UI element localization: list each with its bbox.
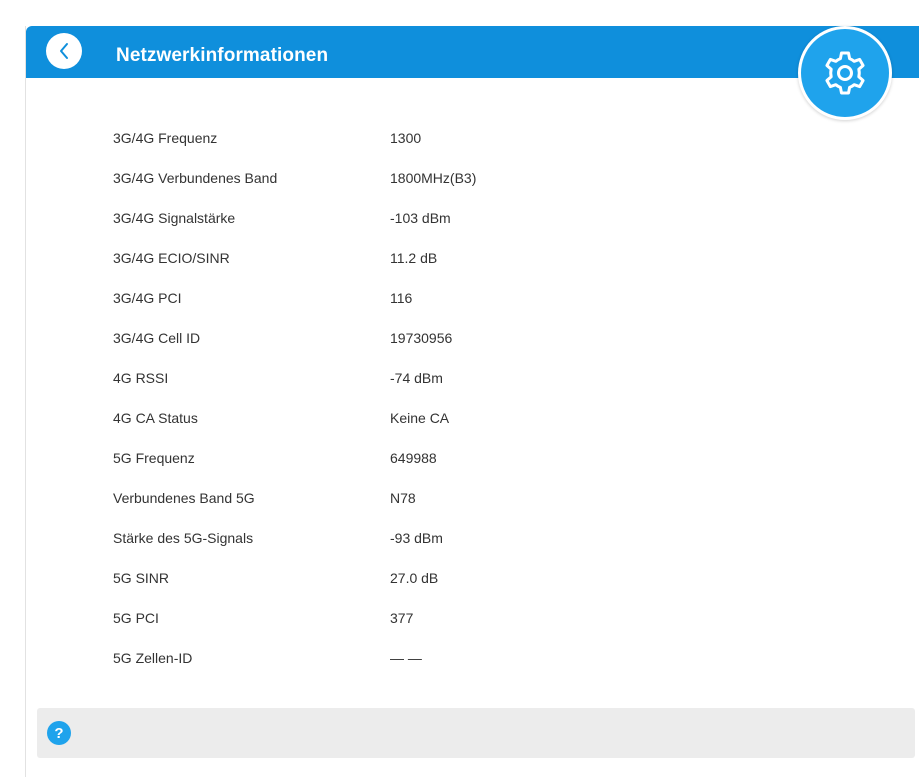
row-value: 649988	[390, 450, 437, 466]
info-row-5g-frequency: 5G Frequenz 649988	[113, 438, 813, 478]
info-row-3g4g-ecio-sinr: 3G/4G ECIO/SINR 11.2 dB	[113, 238, 813, 278]
row-label: Verbundenes Band 5G	[113, 490, 255, 506]
row-value: 27.0 dB	[390, 570, 439, 586]
row-value: -74 dBm	[390, 370, 443, 386]
info-row-3g4g-pci: 3G/4G PCI 116	[113, 278, 813, 318]
help-bar: ?	[37, 708, 915, 758]
row-value: -103 dBm	[390, 210, 451, 226]
row-value: 377	[390, 610, 414, 626]
row-label: 4G CA Status	[113, 410, 198, 426]
row-value: N78	[390, 490, 416, 506]
info-row-3g4g-cell-id: 3G/4G Cell ID 19730956	[113, 318, 813, 358]
info-row-5g-signal-strength: Stärke des 5G-Signals -93 dBm	[113, 518, 813, 558]
row-value: — —	[390, 650, 422, 666]
row-value: -93 dBm	[390, 530, 443, 546]
info-row-5g-pci: 5G PCI 377	[113, 598, 813, 638]
info-row-3g4g-signal-strength: 3G/4G Signalstärke -103 dBm	[113, 198, 813, 238]
info-row-5g-band: Verbundenes Band 5G N78	[113, 478, 813, 518]
info-row-3g4g-frequency: 3G/4G Frequenz 1300	[113, 118, 813, 158]
row-label: 3G/4G ECIO/SINR	[113, 250, 230, 266]
settings-button[interactable]	[798, 26, 892, 120]
chevron-left-icon	[60, 43, 68, 59]
back-button[interactable]	[46, 33, 82, 69]
info-row-4g-rssi: 4G RSSI -74 dBm	[113, 358, 813, 398]
row-value: 116	[390, 290, 413, 306]
page: Netzwerkinformationen 3G/4G Frequenz 130…	[0, 0, 919, 777]
info-row-3g4g-band: 3G/4G Verbundenes Band 1800MHz(B3)	[113, 158, 813, 198]
row-label: 3G/4G Cell ID	[113, 330, 201, 346]
row-value: Keine CA	[390, 410, 450, 426]
row-label: 5G SINR	[113, 570, 170, 586]
network-info-list: 3G/4G Frequenz 1300 3G/4G Verbundenes Ba…	[113, 118, 813, 678]
info-row-4g-ca-status: 4G CA Status Keine CA	[113, 398, 813, 438]
row-label: 3G/4G Frequenz	[113, 130, 218, 146]
info-row-5g-sinr: 5G SINR 27.0 dB	[113, 558, 813, 598]
row-label: 5G PCI	[113, 610, 159, 626]
row-label: 3G/4G Verbundenes Band	[113, 170, 278, 186]
row-label: 5G Zellen-ID	[113, 650, 193, 666]
network-info-panel: Netzwerkinformationen 3G/4G Frequenz 130…	[25, 26, 919, 777]
info-row-5g-cell-id: 5G Zellen-ID — —	[113, 638, 813, 678]
row-label: 3G/4G PCI	[113, 290, 182, 306]
row-value: 19730956	[390, 330, 453, 346]
row-label: 3G/4G Signalstärke	[113, 210, 236, 226]
row-value: 11.2 dB	[390, 250, 438, 266]
gear-icon	[825, 51, 865, 95]
row-value: 1800MHz(B3)	[390, 170, 477, 186]
page-title: Netzwerkinformationen	[116, 45, 329, 66]
question-mark-icon[interactable]: ?	[47, 721, 71, 745]
row-label: 5G Frequenz	[113, 450, 195, 466]
row-label: Stärke des 5G-Signals	[113, 530, 254, 546]
row-value: 1300	[390, 130, 422, 146]
header-bar: Netzwerkinformationen	[26, 26, 919, 78]
row-label: 4G RSSI	[113, 370, 169, 386]
